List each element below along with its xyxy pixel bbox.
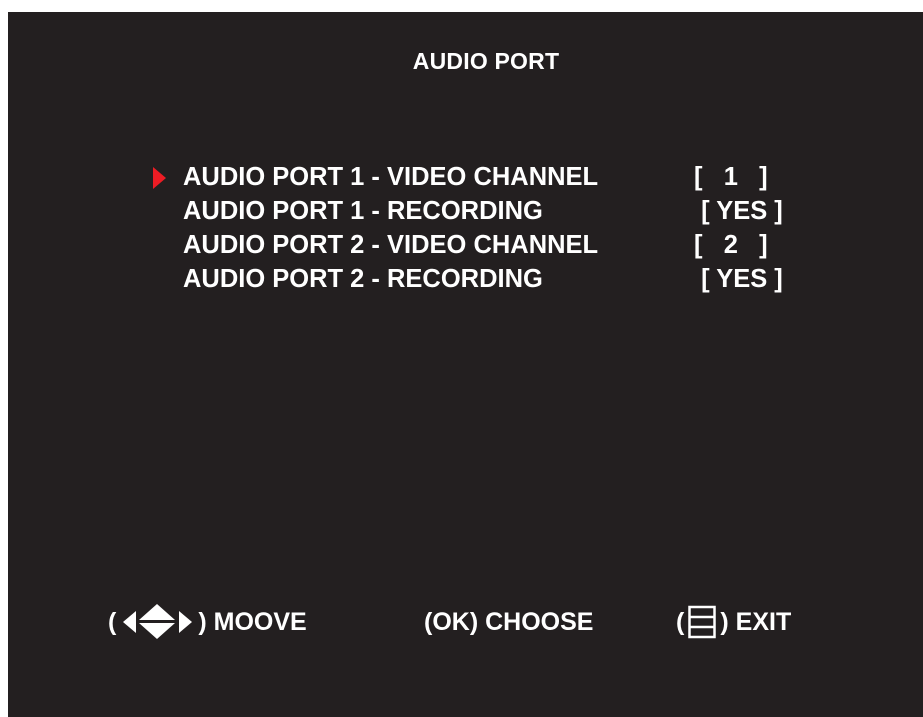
arrow-left-icon xyxy=(123,611,137,633)
menu-item-label: AUDIO PORT 2 - RECORDING xyxy=(183,265,543,293)
move-hint: ( ) MOOVE xyxy=(108,602,307,642)
choose-hint: (OK) CHOOSE xyxy=(424,602,593,642)
page-title: AUDIO PORT xyxy=(412,48,560,74)
exit-hint: ( ) EXIT xyxy=(676,602,791,642)
move-hint-open: ( xyxy=(108,608,117,636)
arrow-right-icon xyxy=(179,611,193,633)
four-way-arrows-icon xyxy=(116,604,198,640)
osd-screen: AUDIO PORT AUDIO PORT 1 - VIDEO CHANNEL … xyxy=(8,12,923,717)
footer-hints: ( ) MOOVE (OK) CHOOSE ( ) EXIT xyxy=(8,602,923,642)
menu-item-audio-port-1-recording[interactable]: AUDIO PORT 1 - RECORDING [ YES ] xyxy=(8,194,923,228)
menu-item-label: AUDIO PORT 2 - VIDEO CHANNEL xyxy=(183,231,599,259)
exit-hint-label: EXIT xyxy=(735,608,792,636)
choose-hint-label: (OK) CHOOSE xyxy=(424,608,594,636)
menu-item-audio-port-1-video-channel[interactable]: AUDIO PORT 1 - VIDEO CHANNEL [ 1 ] xyxy=(8,160,923,194)
exit-hint-open: ( xyxy=(676,608,685,636)
menu-item-value[interactable]: [ 1 ] xyxy=(694,160,768,194)
arrow-up-icon xyxy=(139,604,176,620)
move-hint-close: ) xyxy=(198,608,207,636)
menu-item-label: AUDIO PORT 1 - VIDEO CHANNEL xyxy=(183,163,599,191)
menu-item-value[interactable]: [ YES ] xyxy=(694,262,783,296)
menu-item-audio-port-2-video-channel[interactable]: AUDIO PORT 2 - VIDEO CHANNEL [ 2 ] xyxy=(8,228,923,262)
move-hint-label: MOOVE xyxy=(213,608,307,636)
arrow-down-icon xyxy=(139,623,176,639)
menu-item-value[interactable]: [ YES ] xyxy=(694,194,783,228)
selection-arrow-icon xyxy=(153,167,166,189)
menu-item-value[interactable]: [ 2 ] xyxy=(694,228,768,262)
menu-item-label: AUDIO PORT 1 - RECORDING xyxy=(183,197,543,225)
exit-hint-close: ) xyxy=(720,608,729,636)
menu-box-icon xyxy=(688,605,717,639)
menu-item-audio-port-2-recording[interactable]: AUDIO PORT 2 - RECORDING [ YES ] xyxy=(8,262,923,296)
